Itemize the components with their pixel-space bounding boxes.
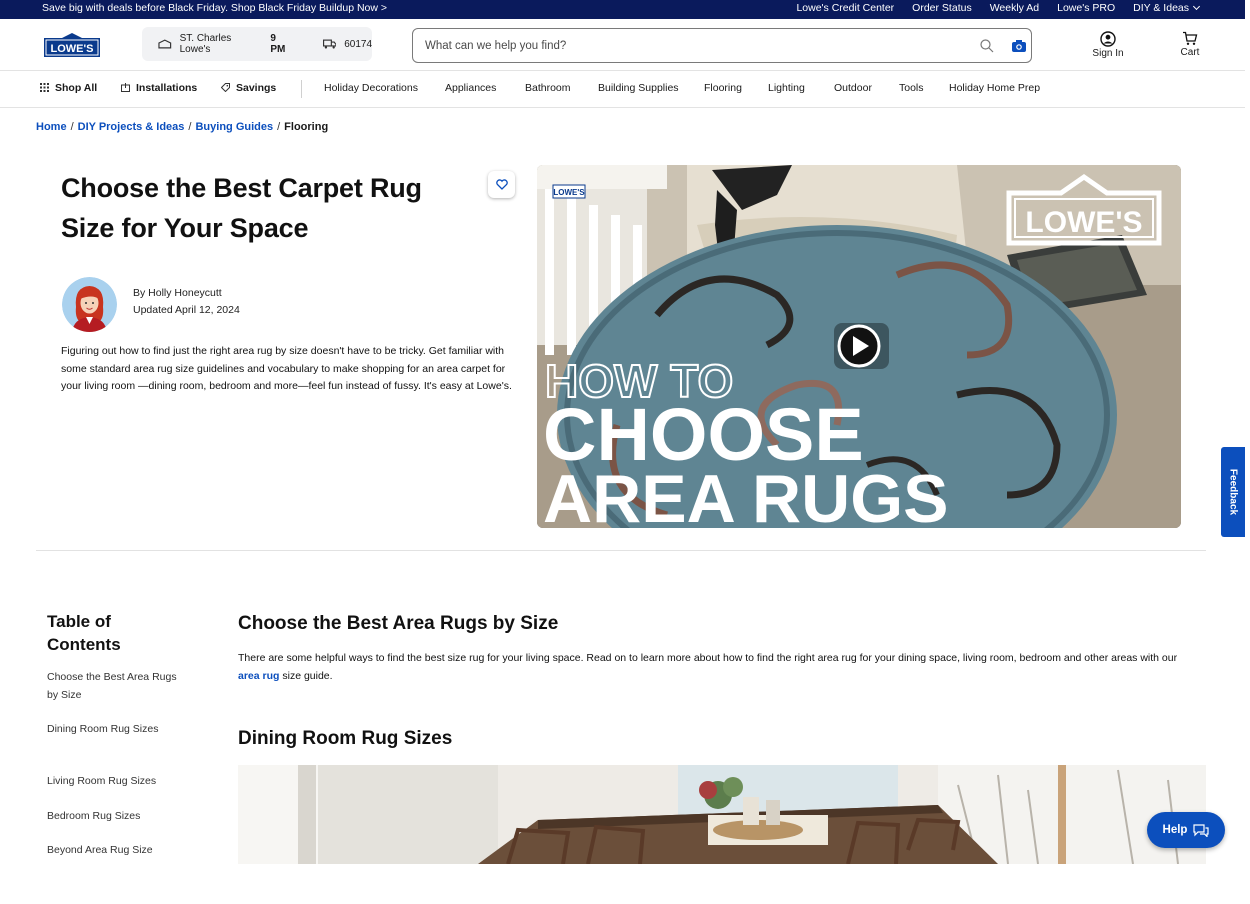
nav-divider (301, 80, 302, 98)
store-icon (158, 39, 172, 49)
nav-flooring[interactable]: Flooring (704, 82, 742, 94)
video-title-line3: AREA RUGS (543, 461, 949, 528)
search-icon[interactable] (979, 38, 995, 54)
credit-center-link[interactable]: Lowe's Credit Center (796, 2, 894, 14)
svg-text:LOWE'S: LOWE'S (1025, 206, 1142, 239)
section-text-after: size guide. (279, 669, 333, 682)
cart-icon (1183, 31, 1198, 45)
diy-ideas-dropdown[interactable]: DIY & Ideas (1133, 2, 1201, 14)
updated-date: Updated April 12, 2024 (133, 304, 240, 316)
breadcrumb-buying-guides[interactable]: Buying Guides (195, 121, 273, 133)
promo-bar: Save big with deals before Black Friday.… (0, 0, 1245, 19)
favorite-button[interactable] (488, 171, 515, 198)
store-hours: 9 PM (270, 33, 286, 55)
toc-item-living-room[interactable]: Living Room Rug Sizes (47, 773, 177, 791)
cart-label: Cart (1180, 47, 1200, 58)
grid-icon (40, 83, 49, 92)
nav-lighting[interactable]: Lighting (768, 82, 805, 94)
nav-bathroom[interactable]: Bathroom (525, 82, 571, 94)
section-divider (36, 550, 1206, 551)
author-name: By Holly Honeycutt (133, 287, 222, 299)
breadcrumb-home[interactable]: Home (36, 121, 67, 133)
site-header: LOWE'S ST. Charles Lowe's 9 PM 60174 Sig… (0, 19, 1245, 71)
heart-icon (495, 179, 508, 190)
page-title: Choose the Best Carpet Rug Size for Your… (61, 173, 422, 243)
installations-button[interactable]: Installations (121, 82, 197, 94)
promo-deal-link[interactable]: Save big with deals before Black Friday.… (42, 2, 387, 14)
chat-icon (1193, 823, 1210, 837)
diy-ideas-label: DIY & Ideas (1133, 2, 1189, 14)
section-title-dining: Dining Room Rug Sizes (238, 728, 453, 749)
nav-holiday-decorations[interactable]: Holiday Decorations (324, 82, 418, 94)
nav-holiday-home-prep[interactable]: Holiday Home Prep (949, 82, 1040, 94)
nav-building-supplies[interactable]: Building Supplies (598, 82, 679, 94)
how-to-video[interactable]: LOWE'S LOWE'S HOW TO CHOOSE AREA RUGS (537, 165, 1181, 528)
delivery-zip: 60174 (344, 38, 373, 50)
savings-label: Savings (236, 82, 277, 94)
sign-in-label: Sign In (1092, 48, 1124, 59)
truck-icon (322, 39, 337, 49)
store-name: ST. Charles Lowe's (179, 33, 232, 55)
lowes-logo[interactable]: LOWE'S (44, 33, 100, 57)
breadcrumb-current: Flooring (284, 121, 329, 133)
section-paragraph: There are some helpful ways to find the … (238, 650, 1198, 685)
nav-appliances[interactable]: Appliances (445, 82, 496, 94)
breadcrumb: Home / DIY Projects & Ideas / Buying Guides /… (36, 121, 329, 133)
search-bar (412, 28, 1032, 63)
tools-icon (121, 83, 130, 92)
toc-item-bedroom[interactable]: Bedroom Rug Sizes (47, 808, 177, 826)
toc-title: Table of Contents (47, 612, 121, 654)
user-icon (1100, 31, 1116, 47)
savings-button[interactable]: Savings (221, 82, 276, 94)
feedback-tab[interactable]: Feedback (1221, 447, 1245, 537)
promo-links: Lowe's Credit Center Order Status Weekly… (796, 2, 1201, 14)
cart-button[interactable]: Cart (1172, 31, 1208, 58)
category-nav: Shop All Installations Savings Holiday D… (0, 71, 1245, 108)
help-button[interactable]: Help (1147, 812, 1225, 848)
feedback-label: Feedback (1227, 468, 1239, 516)
section-title-best-rugs: Choose the Best Area Rugs by Size (238, 613, 559, 634)
area-rug-link[interactable]: area rug (238, 670, 279, 682)
breadcrumb-diy-projects[interactable]: DIY Projects & Ideas (78, 121, 185, 133)
toc-item-dining-room[interactable]: Dining Room Rug Sizes (47, 721, 177, 739)
shop-all-button[interactable]: Shop All (40, 82, 97, 94)
video-small-logo: LOWE'S (553, 188, 585, 197)
author-avatar (62, 277, 117, 332)
installations-label: Installations (136, 82, 198, 94)
weekly-ad-link[interactable]: Weekly Ad (990, 2, 1039, 14)
tag-icon (221, 83, 230, 92)
shop-all-label: Shop All (55, 82, 98, 94)
camera-icon[interactable] (1011, 38, 1027, 54)
logo-text: LOWE'S (51, 43, 94, 55)
dining-room-image (238, 765, 1206, 864)
order-status-link[interactable]: Order Status (912, 2, 972, 14)
byline: By Holly Honeycutt Updated April 12, 202… (133, 285, 240, 319)
help-label: Help (1162, 824, 1188, 836)
toc-item-beyond-size[interactable]: Beyond Area Rug Size (47, 842, 177, 860)
lowes-pro-link[interactable]: Lowe's PRO (1057, 2, 1115, 14)
sign-in-button[interactable]: Sign In (1088, 31, 1128, 59)
section-text-before: There are some helpful ways to find the … (238, 652, 1178, 664)
store-selector[interactable]: ST. Charles Lowe's 9 PM 60174 (142, 27, 372, 61)
chevron-down-icon (1192, 2, 1201, 11)
play-icon[interactable] (834, 323, 889, 369)
article-intro: Figuring out how to find just the right … (61, 345, 512, 392)
toc-item-best-area-rugs[interactable]: Choose the Best Area Rugs by Size (47, 669, 177, 704)
search-input[interactable] (425, 37, 965, 55)
nav-tools[interactable]: Tools (899, 82, 924, 94)
nav-outdoor[interactable]: Outdoor (834, 82, 872, 94)
